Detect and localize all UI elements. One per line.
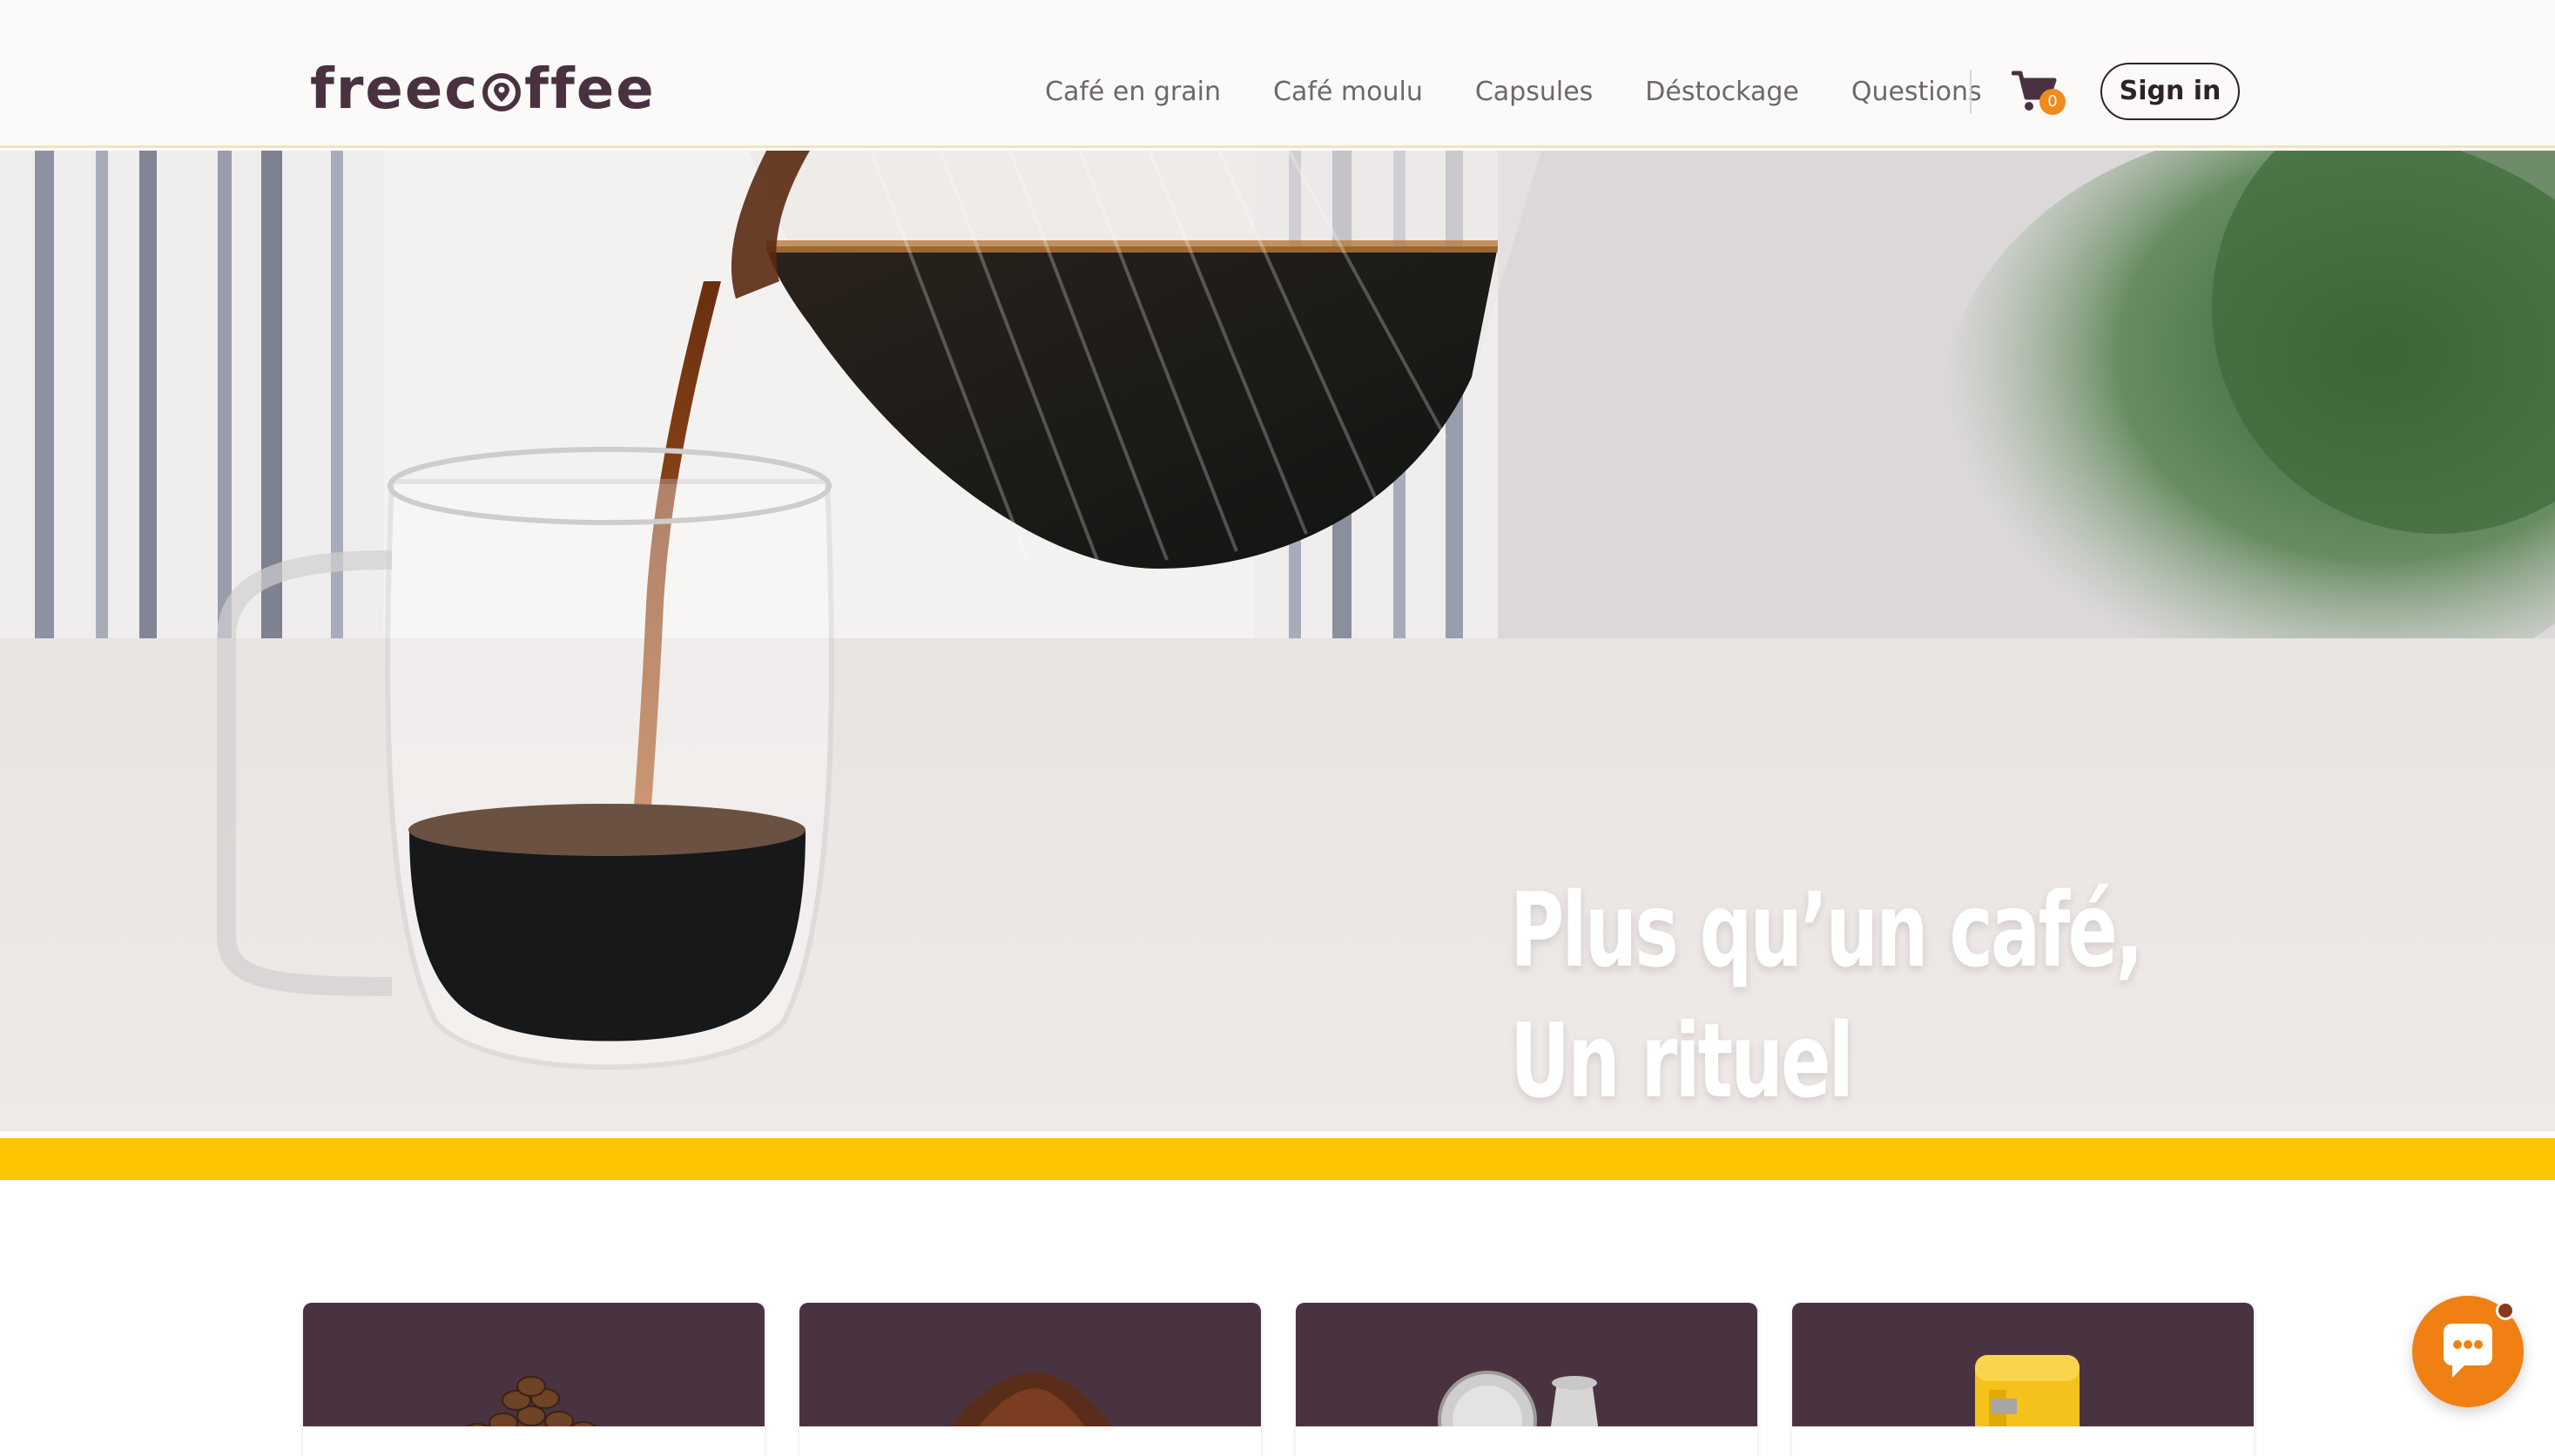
- cart-count-badge: 0: [2039, 89, 2066, 115]
- nav-item-destockage[interactable]: Déstockage: [1645, 77, 1799, 107]
- hero-title-line-1: Plus qu’un café,: [1510, 870, 2144, 990]
- hero-title-line-2: Un rituel: [1510, 1001, 1854, 1121]
- category-cards: [0, 1303, 2555, 1456]
- site-header: freec ffee Café en grain Café moulu Caps…: [0, 0, 2555, 148]
- card-footer: [1792, 1426, 2254, 1456]
- category-card-ground[interactable]: [799, 1303, 1261, 1456]
- category-card-machines[interactable]: [1792, 1303, 2254, 1456]
- cart-button[interactable]: 0: [2011, 68, 2066, 117]
- category-card-capsules[interactable]: [1296, 1303, 1757, 1456]
- logo-text-part-1: freec: [310, 57, 480, 122]
- logo-text-part-2: ffee: [524, 57, 656, 122]
- category-card-beans[interactable]: [303, 1303, 765, 1456]
- nav-item-questions[interactable]: Questions: [1851, 77, 1982, 107]
- nav-item-cafe-en-grain[interactable]: Café en grain: [1045, 77, 1221, 107]
- nav-divider: [1970, 70, 1972, 113]
- card-footer: [799, 1426, 1261, 1456]
- nav-item-capsules[interactable]: Capsules: [1475, 77, 1593, 107]
- card-footer: [1296, 1426, 1757, 1456]
- nav-item-cafe-moulu[interactable]: Café moulu: [1273, 77, 1423, 107]
- freecoffee-logo[interactable]: freec ffee: [310, 57, 656, 122]
- hero-banner: Plus qu’un café, Un rituel: [0, 151, 2555, 1131]
- hero-title: Plus qu’un café, Un rituel: [1510, 865, 2200, 1126]
- hero-separator: [0, 1131, 2555, 1138]
- yellow-accent-band: [0, 1138, 2555, 1180]
- logo-pin-icon: [482, 73, 522, 111]
- main-nav: Café en grain Café moulu Capsules Déstoc…: [1045, 70, 2034, 113]
- card-footer: [303, 1426, 765, 1456]
- chat-notification-dot: [2496, 1301, 2515, 1320]
- sign-in-button[interactable]: Sign in: [2100, 63, 2240, 120]
